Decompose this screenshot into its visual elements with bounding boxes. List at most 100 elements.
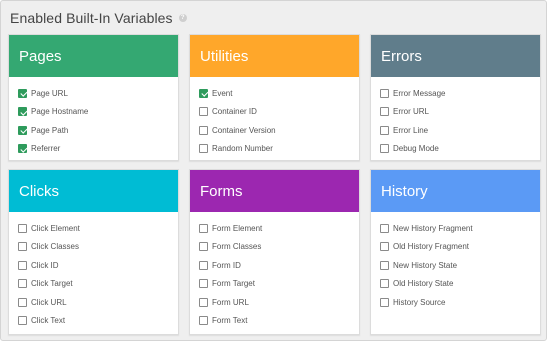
- checkbox-unchecked-icon[interactable]: [380, 279, 389, 289]
- checkbox-unchecked-icon[interactable]: [199, 223, 208, 233]
- variable-checkbox-row[interactable]: Click ID: [18, 256, 178, 275]
- checkbox-unchecked-icon[interactable]: [199, 260, 208, 270]
- variable-label: Container ID: [212, 107, 257, 117]
- variable-label: Form Text: [212, 316, 248, 326]
- variable-label: Debug Mode: [393, 144, 439, 154]
- variable-label: Form Classes: [212, 242, 262, 252]
- help-icon[interactable]: ?: [178, 14, 187, 22]
- checkbox-unchecked-icon[interactable]: [380, 223, 389, 233]
- variable-label: Old History Fragment: [393, 242, 470, 252]
- variable-label: Form Element: [212, 223, 263, 233]
- variable-label: Form Target: [212, 279, 255, 289]
- checkbox-unchecked-icon[interactable]: [199, 297, 208, 307]
- variable-label: Click ID: [31, 260, 59, 270]
- variable-checkbox-row[interactable]: Page URL: [18, 84, 178, 103]
- variable-checkbox-row[interactable]: Container ID: [199, 103, 359, 122]
- checkbox-unchecked-icon[interactable]: [18, 260, 27, 270]
- checkbox-unchecked-icon[interactable]: [199, 125, 208, 135]
- variable-checkbox-row[interactable]: Click Text: [18, 312, 178, 331]
- variable-checkbox-row[interactable]: New History Fragment: [380, 219, 540, 238]
- variable-checkbox-row[interactable]: Referrer: [18, 140, 178, 159]
- built-in-variables-panel: Enabled Built-In Variables ? Pages Page U…: [0, 0, 547, 341]
- checkbox-unchecked-icon[interactable]: [199, 144, 208, 154]
- variable-checkbox-row[interactable]: Form ID: [199, 256, 359, 275]
- checkbox-unchecked-icon[interactable]: [18, 297, 27, 307]
- variable-label: Form ID: [212, 260, 241, 270]
- checkbox-unchecked-icon[interactable]: [380, 125, 389, 135]
- variable-label: Referrer: [31, 144, 61, 154]
- variable-checkbox-row[interactable]: Event: [199, 84, 359, 103]
- variable-checkbox-row[interactable]: New History State: [380, 256, 540, 275]
- checkbox-unchecked-icon[interactable]: [18, 279, 27, 289]
- variable-checkbox-row[interactable]: Form URL: [199, 293, 359, 312]
- variable-checkbox-row[interactable]: Form Element: [199, 219, 359, 238]
- variable-label: Form URL: [212, 297, 249, 307]
- panel-title: Enabled Built-In Variables: [10, 10, 173, 26]
- variable-label: Click Target: [31, 279, 73, 289]
- variable-checkbox-row[interactable]: Click Element: [18, 219, 178, 238]
- group-items-clicks: Click Element Click Classes Click ID Click …: [9, 212, 178, 330]
- checkbox-unchecked-icon[interactable]: [380, 144, 389, 154]
- variable-label: New History Fragment: [393, 223, 473, 233]
- checkbox-unchecked-icon[interactable]: [199, 107, 208, 117]
- group-items-errors: Error Message Error URL Error Line Debug Mo…: [371, 77, 540, 158]
- variable-checkbox-row[interactable]: Random Number: [199, 140, 359, 159]
- variable-label: New History State: [393, 260, 458, 270]
- variable-group-history: History New History Fragment Old History F…: [370, 169, 541, 335]
- variable-group-clicks: Clicks Click Element Click Classes Click ID…: [8, 169, 179, 335]
- checkbox-checked-icon[interactable]: [18, 125, 27, 135]
- checkbox-checked-icon[interactable]: [18, 144, 27, 154]
- group-items-utilities: Event Container ID Container Version Random…: [190, 77, 359, 158]
- checkbox-checked-icon[interactable]: [199, 88, 208, 98]
- variable-group-errors: Errors Error Message Error URL Error Line De…: [370, 34, 541, 161]
- checkbox-checked-icon[interactable]: [18, 107, 27, 117]
- checkbox-unchecked-icon[interactable]: [380, 297, 389, 307]
- variable-checkbox-row[interactable]: Form Classes: [199, 238, 359, 257]
- variable-label: Event: [212, 88, 233, 98]
- variable-label: Click Element: [31, 223, 80, 233]
- variable-group-pages: Pages Page URL Page Hostname Page Path Refer…: [8, 34, 179, 161]
- checkbox-unchecked-icon[interactable]: [380, 242, 389, 252]
- variable-checkbox-row[interactable]: Error Message: [380, 84, 540, 103]
- variable-label: Page URL: [31, 88, 68, 98]
- variable-checkbox-row[interactable]: Error Line: [380, 121, 540, 140]
- panel-header: Enabled Built-In Variables ?: [10, 9, 187, 27]
- variable-groups-grid: Pages Page URL Page Hostname Page Path Refer…: [8, 34, 541, 335]
- variable-label: Click Text: [31, 316, 66, 326]
- variable-checkbox-row[interactable]: Form Text: [199, 312, 359, 331]
- checkbox-unchecked-icon[interactable]: [380, 88, 389, 98]
- variable-checkbox-row[interactable]: Click Target: [18, 275, 178, 294]
- group-header-clicks: Clicks: [9, 170, 178, 212]
- checkbox-unchecked-icon[interactable]: [199, 279, 208, 289]
- variable-checkbox-row[interactable]: Page Path: [18, 121, 178, 140]
- checkbox-unchecked-icon[interactable]: [380, 260, 389, 270]
- variable-label: Error URL: [393, 107, 430, 117]
- variable-checkbox-row[interactable]: Form Target: [199, 275, 359, 294]
- checkbox-unchecked-icon[interactable]: [199, 242, 208, 252]
- variable-checkbox-row[interactable]: Debug Mode: [380, 140, 540, 159]
- checkbox-unchecked-icon[interactable]: [380, 107, 389, 117]
- variable-label: Error Line: [393, 125, 429, 135]
- group-items-forms: Form Element Form Classes Form ID Form Targ…: [190, 212, 359, 330]
- checkbox-unchecked-icon[interactable]: [18, 223, 27, 233]
- variable-checkbox-row[interactable]: History Source: [380, 293, 540, 312]
- variable-label: Error Message: [393, 88, 446, 98]
- variable-checkbox-row[interactable]: Error URL: [380, 103, 540, 122]
- group-header-history: History: [371, 170, 540, 212]
- variable-checkbox-row[interactable]: Old History Fragment: [380, 238, 540, 257]
- variable-label: Click Classes: [31, 242, 80, 252]
- group-header-errors: Errors: [371, 35, 540, 77]
- variable-checkbox-row[interactable]: Page Hostname: [18, 103, 178, 122]
- variable-checkbox-row[interactable]: Container Version: [199, 121, 359, 140]
- variable-label: Click URL: [31, 297, 67, 307]
- variable-group-forms: Forms Form Element Form Classes Form ID Form…: [189, 169, 360, 335]
- group-header-pages: Pages: [9, 35, 178, 77]
- variable-label: Container Version: [212, 125, 276, 135]
- variable-checkbox-row[interactable]: Old History State: [380, 275, 540, 294]
- variable-checkbox-row[interactable]: Click URL: [18, 293, 178, 312]
- checkbox-unchecked-icon[interactable]: [18, 242, 27, 252]
- checkbox-unchecked-icon[interactable]: [18, 316, 27, 326]
- checkbox-unchecked-icon[interactable]: [199, 316, 208, 326]
- checkbox-checked-icon[interactable]: [18, 88, 27, 98]
- variable-checkbox-row[interactable]: Click Classes: [18, 238, 178, 257]
